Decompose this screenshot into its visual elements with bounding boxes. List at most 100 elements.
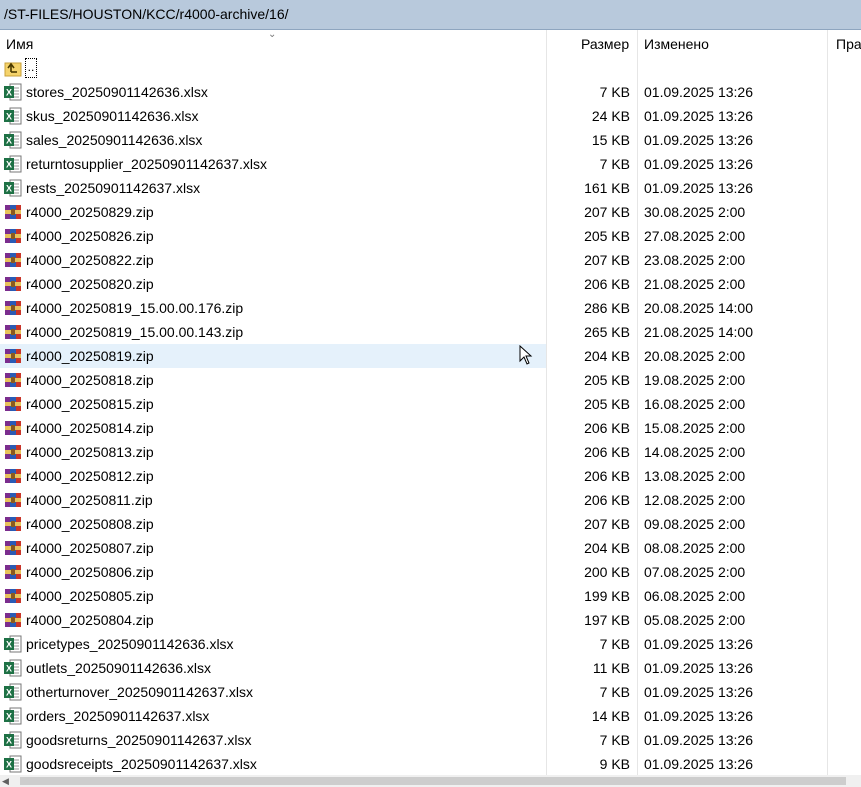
file-row[interactable]: X rests_20250901142637.xlsx 161 KB 01.09…: [0, 176, 861, 200]
excel-file-icon: X: [4, 179, 22, 197]
excel-file-icon: X: [4, 683, 22, 701]
file-name: goodsreturns_20250901142637.xlsx: [26, 732, 252, 748]
file-size: 286 KB: [584, 300, 630, 316]
file-row[interactable]: r4000_20250814.zip 206 KB 15.08.2025 2:0…: [0, 416, 861, 440]
file-size: 207 KB: [584, 204, 630, 220]
scroll-left-icon[interactable]: ◀: [2, 776, 9, 787]
file-size: 205 KB: [584, 372, 630, 388]
file-row[interactable]: r4000_20250822.zip 207 KB 23.08.2025 2:0…: [0, 248, 861, 272]
file-row[interactable]: r4000_20250815.zip 205 KB 16.08.2025 2:0…: [0, 392, 861, 416]
file-name: sales_20250901142636.xlsx: [26, 132, 203, 148]
file-row[interactable]: r4000_20250811.zip 206 KB 12.08.2025 2:0…: [0, 488, 861, 512]
file-size: 205 KB: [584, 228, 630, 244]
winrar-archive-icon: [5, 493, 21, 507]
winrar-archive-icon: [5, 565, 21, 579]
file-row[interactable]: r4000_20250829.zip 207 KB 30.08.2025 2:0…: [0, 200, 861, 224]
file-name: r4000_20250814.zip: [26, 420, 154, 436]
file-row[interactable]: r4000_20250826.zip 205 KB 27.08.2025 2:0…: [0, 224, 861, 248]
path-text: /ST-FILES/HOUSTON/KCC/r4000-archive/16/: [4, 6, 289, 22]
file-modified: 01.09.2025 13:26: [644, 756, 753, 772]
file-modified: 19.08.2025 2:00: [644, 372, 746, 388]
file-size: 265 KB: [584, 324, 630, 340]
file-modified: 08.08.2025 2:00: [644, 540, 746, 556]
file-modified: 01.09.2025 13:26: [644, 684, 753, 700]
svg-text:X: X: [6, 640, 12, 650]
file-name: r4000_20250818.zip: [26, 372, 154, 388]
winrar-archive-icon: [5, 445, 21, 459]
svg-text:X: X: [6, 160, 12, 170]
file-row[interactable]: r4000_20250804.zip 197 KB 05.08.2025 2:0…: [0, 608, 861, 632]
file-modified: 21.08.2025 2:00: [644, 276, 746, 292]
file-size: 24 KB: [591, 108, 630, 124]
file-row[interactable]: r4000_20250812.zip 206 KB 13.08.2025 2:0…: [0, 464, 861, 488]
column-size-header[interactable]: Размер: [581, 36, 629, 52]
file-name: r4000_20250804.zip: [26, 612, 154, 628]
file-name: r4000_20250806.zip: [26, 564, 154, 580]
column-modified-header[interactable]: Изменено: [644, 36, 709, 52]
excel-file-icon: X: [4, 131, 22, 149]
file-size: 9 KB: [599, 756, 630, 772]
file-row[interactable]: X pricetypes_20250901142636.xlsx 7 KB 01…: [0, 632, 861, 656]
path-bar[interactable]: /ST-FILES/HOUSTON/KCC/r4000-archive/16/: [0, 0, 861, 30]
file-row[interactable]: r4000_20250808.zip 207 KB 09.08.2025 2:0…: [0, 512, 861, 536]
file-row[interactable]: r4000_20250806.zip 200 KB 07.08.2025 2:0…: [0, 560, 861, 584]
file-name: r4000_20250807.zip: [26, 540, 154, 556]
excel-file-icon: X: [4, 707, 22, 725]
file-size: 206 KB: [584, 492, 630, 508]
file-name: r4000_20250820.zip: [26, 276, 154, 292]
file-modified: 01.09.2025 13:26: [644, 132, 753, 148]
file-size: 204 KB: [584, 540, 630, 556]
file-row[interactable]: X sales_20250901142636.xlsx 15 KB 01.09.…: [0, 128, 861, 152]
file-size: 7 KB: [599, 732, 630, 748]
file-row[interactable]: r4000_20250819.zip 204 KB 20.08.2025 2:0…: [0, 344, 861, 368]
winrar-archive-icon: [5, 349, 21, 363]
file-name: otherturnover_20250901142637.xlsx: [26, 684, 254, 700]
file-row[interactable]: X skus_20250901142636.xlsx 24 KB 01.09.2…: [0, 104, 861, 128]
file-row[interactable]: r4000_20250807.zip 204 KB 08.08.2025 2:0…: [0, 536, 861, 560]
scrollbar-thumb[interactable]: [20, 777, 846, 785]
excel-file-icon: X: [4, 107, 22, 125]
file-row[interactable]: X stores_20250901142636.xlsx 7 KB 01.09.…: [0, 80, 861, 104]
parent-directory-row[interactable]: ..: [0, 56, 861, 80]
file-modified: 01.09.2025 13:26: [644, 180, 753, 196]
file-modified: 20.08.2025 14:00: [644, 300, 753, 316]
column-name-header[interactable]: Имя: [6, 36, 33, 52]
winrar-archive-icon: [5, 301, 21, 315]
file-modified: 23.08.2025 2:00: [644, 252, 746, 268]
file-row[interactable]: X otherturnover_20250901142637.xlsx 7 KB…: [0, 680, 861, 704]
file-row[interactable]: r4000_20250819_15.00.00.143.zip 265 KB 2…: [0, 320, 861, 344]
file-row[interactable]: r4000_20250818.zip 205 KB 19.08.2025 2:0…: [0, 368, 861, 392]
file-row[interactable]: X returntosupplier_20250901142637.xlsx 7…: [0, 152, 861, 176]
file-modified: 01.09.2025 13:26: [644, 108, 753, 124]
file-row[interactable]: r4000_20250819_15.00.00.176.zip 286 KB 2…: [0, 296, 861, 320]
file-modified: 06.08.2025 2:00: [644, 588, 746, 604]
file-name: stores_20250901142636.xlsx: [26, 84, 208, 100]
file-name: r4000_20250819_15.00.00.176.zip: [26, 300, 244, 316]
file-size: 197 KB: [584, 612, 630, 628]
file-row[interactable]: X outlets_20250901142636.xlsx 11 KB 01.0…: [0, 656, 861, 680]
file-modified: 15.08.2025 2:00: [644, 420, 746, 436]
svg-text:X: X: [6, 112, 12, 122]
file-row[interactable]: X goodsreceipts_20250901142637.xlsx 9 KB…: [0, 752, 861, 775]
file-name: r4000_20250826.zip: [26, 228, 154, 244]
winrar-archive-icon: [5, 229, 21, 243]
winrar-archive-icon: [5, 205, 21, 219]
file-row[interactable]: r4000_20250820.zip 206 KB 21.08.2025 2:0…: [0, 272, 861, 296]
file-row[interactable]: X orders_20250901142637.xlsx 14 KB 01.09…: [0, 704, 861, 728]
file-size: 207 KB: [584, 516, 630, 532]
horizontal-scrollbar[interactable]: ◀: [0, 775, 861, 787]
mouse-cursor-icon: [519, 345, 533, 365]
file-row[interactable]: r4000_20250805.zip 199 KB 06.08.2025 2:0…: [0, 584, 861, 608]
file-modified: 21.08.2025 14:00: [644, 324, 753, 340]
excel-file-icon: X: [4, 635, 22, 653]
file-row[interactable]: X goodsreturns_20250901142637.xlsx 7 KB …: [0, 728, 861, 752]
file-modified: 01.09.2025 13:26: [644, 708, 753, 724]
file-size: 205 KB: [584, 396, 630, 412]
winrar-archive-icon: [5, 325, 21, 339]
file-size: 200 KB: [584, 564, 630, 580]
column-rights-header[interactable]: Пра: [836, 36, 861, 52]
file-name: r4000_20250819_15.00.00.143.zip: [26, 324, 244, 340]
file-row[interactable]: r4000_20250813.zip 206 KB 14.08.2025 2:0…: [0, 440, 861, 464]
file-modified: 05.08.2025 2:00: [644, 612, 746, 628]
file-size: 7 KB: [599, 156, 630, 172]
